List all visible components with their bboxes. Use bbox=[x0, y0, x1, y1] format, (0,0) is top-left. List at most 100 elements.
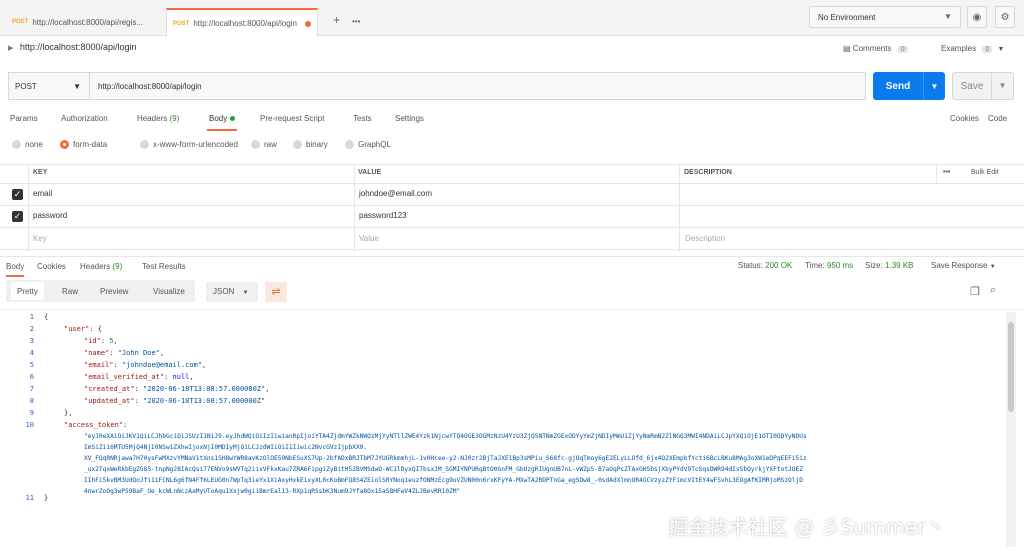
method-select[interactable]: POST ▼ bbox=[8, 72, 90, 100]
size-label: Size: bbox=[865, 261, 883, 270]
view-visualize[interactable]: Visualize bbox=[153, 287, 185, 296]
line-number: 6 bbox=[29, 373, 34, 381]
param-key[interactable]: password bbox=[33, 211, 67, 220]
code-line: "user": { bbox=[64, 325, 102, 333]
radio-label: raw bbox=[264, 140, 277, 149]
token-line: ImSiZi16MTU5MjQ4NjI0NSwiZXhwIjoxNjI0MDIy… bbox=[84, 444, 368, 451]
table-row bbox=[0, 184, 1024, 206]
view-pretty[interactable]: Pretty bbox=[11, 282, 44, 300]
code-link[interactable]: Code bbox=[988, 114, 1007, 123]
format-select[interactable]: JSON ▼ bbox=[206, 282, 258, 302]
token-line: _ux2TqxWeRkbEgZG85-tnpNg28IAcQsi77ENVo9s… bbox=[84, 466, 803, 473]
line-number: 5 bbox=[29, 361, 34, 369]
examples-label: Examples bbox=[941, 44, 977, 53]
format-value: JSON bbox=[213, 287, 235, 296]
line-number: 1 bbox=[29, 313, 34, 321]
time-label: Time: bbox=[805, 261, 825, 270]
description-placeholder[interactable]: Description bbox=[685, 234, 725, 243]
radio-none[interactable]: none bbox=[12, 140, 43, 149]
radio-raw[interactable]: raw bbox=[251, 140, 277, 149]
size-value: 1.39 KB bbox=[885, 261, 914, 270]
radio-urlencoded[interactable]: x-www-form-urlencoded bbox=[140, 140, 238, 149]
gear-icon[interactable]: ⚙ bbox=[995, 6, 1015, 28]
chevron-down-icon[interactable]: ▼ bbox=[924, 82, 945, 91]
save-response-button[interactable]: Save Response ▼ bbox=[931, 261, 996, 270]
param-key[interactable]: email bbox=[33, 189, 52, 198]
scrollbar[interactable] bbox=[1006, 312, 1016, 547]
send-button[interactable]: Send ▼ bbox=[873, 72, 945, 100]
eye-icon[interactable]: ◉ bbox=[967, 6, 987, 28]
param-value[interactable]: johndoe@email.com bbox=[359, 189, 432, 198]
json-key: "created_at" bbox=[84, 385, 135, 393]
json-value: null bbox=[172, 373, 190, 381]
json-key: "access_token" bbox=[64, 421, 124, 429]
view-preview[interactable]: Preview bbox=[100, 287, 128, 296]
divider bbox=[936, 164, 937, 184]
copy-icon[interactable]: ❐ bbox=[970, 285, 980, 298]
url-input[interactable]: http://localhost:8000/api/login bbox=[89, 72, 866, 100]
comments-button[interactable]: ▤ Comments 0 bbox=[843, 44, 908, 53]
response-tab-cookies[interactable]: Cookies bbox=[37, 262, 66, 271]
chevron-down-icon[interactable]: ▼ bbox=[991, 72, 1013, 100]
add-tab-button[interactable]: + bbox=[333, 13, 340, 27]
line-number: 11 bbox=[25, 494, 34, 502]
method-value: POST bbox=[15, 82, 37, 91]
radio-label: binary bbox=[306, 140, 328, 149]
tab-settings[interactable]: Settings bbox=[395, 114, 424, 123]
more-icon[interactable]: ••• bbox=[943, 169, 950, 176]
chevron-down-icon: ▼ bbox=[73, 82, 81, 91]
checkbox-checked-icon[interactable]: ✓ bbox=[12, 189, 23, 200]
bulk-edit-link[interactable]: Bulk Edit bbox=[971, 169, 999, 176]
headers-label: Headers bbox=[80, 262, 111, 271]
tab-tests[interactable]: Tests bbox=[353, 114, 372, 123]
status-info: Status: 200 OK bbox=[738, 261, 792, 270]
radio-label: x-www-form-urlencoded bbox=[153, 140, 238, 149]
response-tab-headers[interactable]: Headers (9) bbox=[80, 262, 122, 271]
tab-label: http://localhost:8000/api/login bbox=[193, 19, 297, 28]
json-value: 5 bbox=[109, 337, 114, 345]
tab-prerequest-script[interactable]: Pre-request Script bbox=[260, 114, 324, 123]
active-dot-icon bbox=[230, 116, 236, 122]
radio-form-data[interactable]: form-data bbox=[60, 140, 107, 149]
view-raw[interactable]: Raw bbox=[62, 287, 78, 296]
line-number: 3 bbox=[29, 337, 34, 345]
request-tab[interactable]: POST http://localhost:8000/api/regis... bbox=[6, 8, 149, 36]
param-value[interactable]: password123 bbox=[359, 211, 407, 220]
radio-icon bbox=[293, 140, 302, 149]
examples-button[interactable]: Examples 0 ▼ bbox=[941, 44, 1004, 53]
json-key: "id" bbox=[84, 337, 101, 345]
tab-params[interactable]: Params bbox=[10, 114, 38, 123]
wrap-lines-icon[interactable]: ⇌ bbox=[265, 282, 287, 302]
body-label: Body bbox=[209, 114, 228, 123]
radio-icon bbox=[345, 140, 354, 149]
value-header: VALUE bbox=[358, 169, 382, 176]
cookies-link[interactable]: Cookies bbox=[950, 114, 979, 123]
scrollbar-thumb[interactable] bbox=[1008, 322, 1014, 412]
tab-body[interactable]: Body bbox=[206, 114, 238, 131]
tab-authorization[interactable]: Authorization bbox=[61, 114, 108, 123]
tab-label: http://localhost:8000/api/regis... bbox=[32, 17, 144, 27]
request-tab-active[interactable]: POST http://localhost:8000/api/login bbox=[166, 8, 318, 37]
token-line: XV_FQqRNRjawa7H70ysFwMXzvYMNaV1tXns1SH8w… bbox=[84, 455, 807, 462]
request-title[interactable]: ▶ http://localhost:8000/api/login bbox=[8, 42, 137, 52]
save-button[interactable]: Save ▼ bbox=[952, 72, 1014, 100]
response-tab-tests[interactable]: Test Results bbox=[142, 262, 186, 271]
key-placeholder[interactable]: Key bbox=[33, 234, 47, 243]
code-line: "email": "johndoe@email.com", bbox=[84, 361, 207, 369]
environment-select[interactable]: No Environment ▼ bbox=[809, 6, 961, 28]
value-placeholder[interactable]: Value bbox=[359, 234, 379, 243]
code-line: { bbox=[44, 313, 49, 321]
request-title-text: http://localhost:8000/api/login bbox=[19, 42, 137, 52]
search-icon[interactable]: ⌕ bbox=[990, 284, 996, 297]
code-line: "updated_at": "2020-06-18T13:08:57.00000… bbox=[84, 397, 266, 405]
line-number: 4 bbox=[29, 349, 34, 357]
checkbox-checked-icon[interactable]: ✓ bbox=[12, 211, 23, 222]
comment-icon: ▤ bbox=[843, 44, 851, 53]
chevron-down-icon: ▼ bbox=[242, 290, 249, 296]
radio-graphql[interactable]: GraphQL bbox=[345, 140, 391, 149]
response-tab-body[interactable]: Body bbox=[6, 262, 25, 277]
radio-binary[interactable]: binary bbox=[293, 140, 328, 149]
method-badge: POST bbox=[12, 19, 29, 25]
more-tabs-button[interactable]: ••• bbox=[352, 17, 360, 26]
tab-headers[interactable]: Headers (9) bbox=[137, 114, 179, 123]
